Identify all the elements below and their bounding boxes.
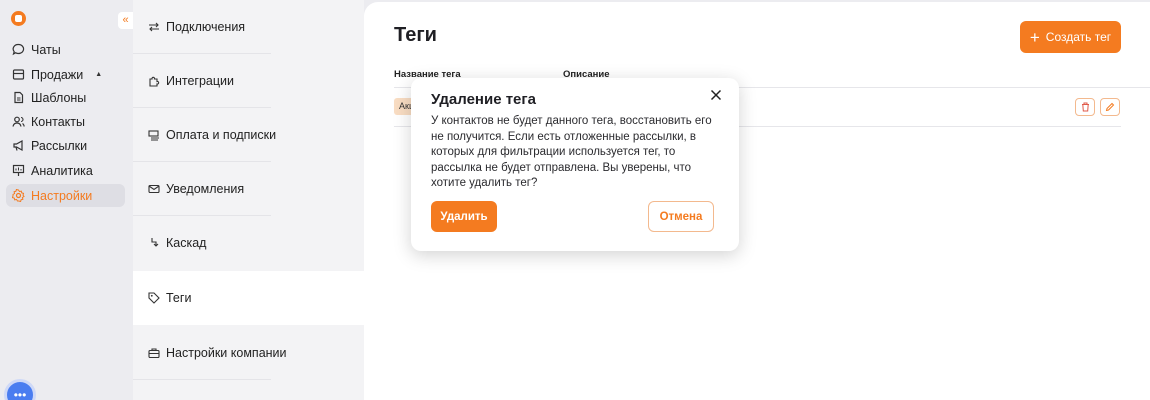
- cascade-icon: [148, 237, 160, 249]
- settings-item-label: Настройки компании: [166, 346, 287, 360]
- document-icon: [12, 91, 25, 104]
- briefcase-icon: [148, 347, 160, 359]
- support-chat-button[interactable]: •••: [4, 379, 36, 400]
- settings-item-label: Оплата и подписки: [166, 128, 277, 142]
- settings-item-integrations[interactable]: Интеграции: [133, 54, 364, 108]
- chevron-up-icon[interactable]: ▲: [95, 71, 102, 78]
- settings-item-label: Теги: [166, 291, 192, 305]
- nav-item-label: Шаблоны: [31, 90, 87, 105]
- page-title: Теги: [394, 24, 437, 46]
- nav-item-mailings[interactable]: Рассылки: [6, 134, 125, 157]
- settings-item-notifications[interactable]: Уведомления: [133, 162, 364, 216]
- confirm-delete-button[interactable]: Удалить: [431, 201, 497, 232]
- money-icon: [148, 129, 160, 141]
- megaphone-icon: [12, 139, 25, 152]
- settings-item-label: Каскад: [166, 236, 207, 250]
- nav-item-label: Чаты: [31, 42, 61, 57]
- chart-board-icon: [12, 164, 25, 177]
- edit-tag-button[interactable]: [1100, 98, 1120, 116]
- nav-item-label: Рассылки: [31, 138, 88, 153]
- nav-item-chats[interactable]: Чаты: [6, 38, 125, 61]
- pencil-icon: [1105, 102, 1115, 112]
- nav-item-contacts[interactable]: Контакты: [6, 110, 125, 133]
- trash-icon: [1081, 102, 1089, 112]
- dialog-title: Удаление тега: [431, 91, 536, 108]
- nav-item-label: Контакты: [31, 114, 85, 129]
- settings-item-label: Интеграции: [166, 74, 235, 88]
- gear-icon: [12, 189, 25, 202]
- store-icon: [12, 68, 25, 81]
- nav-item-analytics[interactable]: Аналитика: [6, 159, 125, 182]
- create-tag-button[interactable]: + Создать тег: [1020, 21, 1121, 53]
- create-tag-label: Создать тег: [1045, 30, 1112, 44]
- settings-item-tags[interactable]: Теги: [133, 271, 364, 325]
- tag-icon: [148, 292, 160, 304]
- settings-item-label: Уведомления: [166, 182, 245, 196]
- dialog-message: У контактов не будет данного тега, восст…: [431, 115, 712, 189]
- settings-item-label: Подключения: [166, 20, 246, 34]
- settings-item-cascade[interactable]: Каскад: [133, 216, 364, 270]
- delete-tag-dialog: Удаление тега У контактов не будет данно…: [411, 78, 739, 251]
- arrows-swap-icon: [148, 21, 160, 33]
- main-sidebar: « Чаты Продажи ▲ Шаблоны Контакты Рассыл…: [0, 0, 133, 400]
- nav-item-templates[interactable]: Шаблоны: [6, 86, 125, 109]
- puzzle-icon: [148, 75, 160, 87]
- nav-item-sales[interactable]: Продажи ▲: [6, 63, 125, 86]
- users-icon: [12, 115, 25, 128]
- nav-item-label: Настройки: [31, 188, 93, 203]
- nav-item-label: Аналитика: [31, 163, 93, 178]
- close-icon[interactable]: [709, 88, 723, 102]
- cancel-button[interactable]: Отмена: [648, 201, 714, 232]
- nav-item-settings[interactable]: Настройки: [6, 184, 125, 207]
- nav-item-label: Продажи: [31, 67, 84, 82]
- settings-menu: Подключения Интеграции Оплата и подписки…: [133, 0, 364, 400]
- collapse-sidebar-button[interactable]: «: [118, 12, 133, 29]
- settings-item-connections[interactable]: Подключения: [133, 0, 364, 54]
- settings-item-billing[interactable]: Оплата и подписки: [133, 108, 364, 162]
- settings-item-company[interactable]: Настройки компании: [133, 326, 364, 380]
- plus-icon: +: [1029, 27, 1040, 47]
- chat-icon: [12, 43, 25, 56]
- delete-tag-button[interactable]: [1075, 98, 1095, 116]
- chat-dots-icon: •••: [13, 388, 27, 400]
- mail-icon: [148, 183, 160, 195]
- logo-icon[interactable]: [11, 11, 26, 26]
